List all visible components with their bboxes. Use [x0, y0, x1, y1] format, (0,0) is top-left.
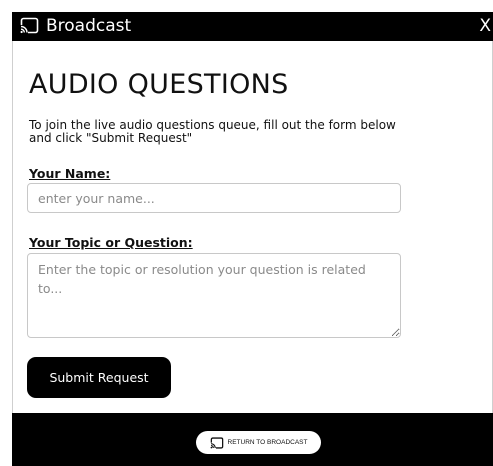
return-to-broadcast-button[interactable]: RETURN TO BROADCAST [196, 431, 321, 454]
cast-icon [20, 17, 39, 34]
footer-bar: RETURN TO BROADCAST [12, 413, 493, 466]
title-bar: Broadcast X [12, 12, 493, 41]
return-label: RETURN TO BROADCAST [227, 439, 308, 446]
topic-label: Your Topic or Question: [29, 235, 193, 250]
audio-questions-panel: AUDIO QUESTIONS To join the live audio q… [12, 41, 493, 413]
intro-text: To join the live audio questions queue, … [29, 118, 396, 145]
cast-icon [209, 436, 223, 449]
name-label: Your Name: [29, 166, 111, 181]
window-title: Broadcast [46, 16, 132, 36]
close-button[interactable]: X [479, 14, 491, 38]
name-input[interactable] [27, 183, 401, 213]
broadcast-window: Broadcast X AUDIO QUESTIONS To join the … [0, 0, 493, 466]
topic-textarea[interactable] [27, 253, 401, 338]
submit-request-button[interactable]: Submit Request [27, 357, 171, 398]
page-title: AUDIO QUESTIONS [29, 69, 289, 100]
